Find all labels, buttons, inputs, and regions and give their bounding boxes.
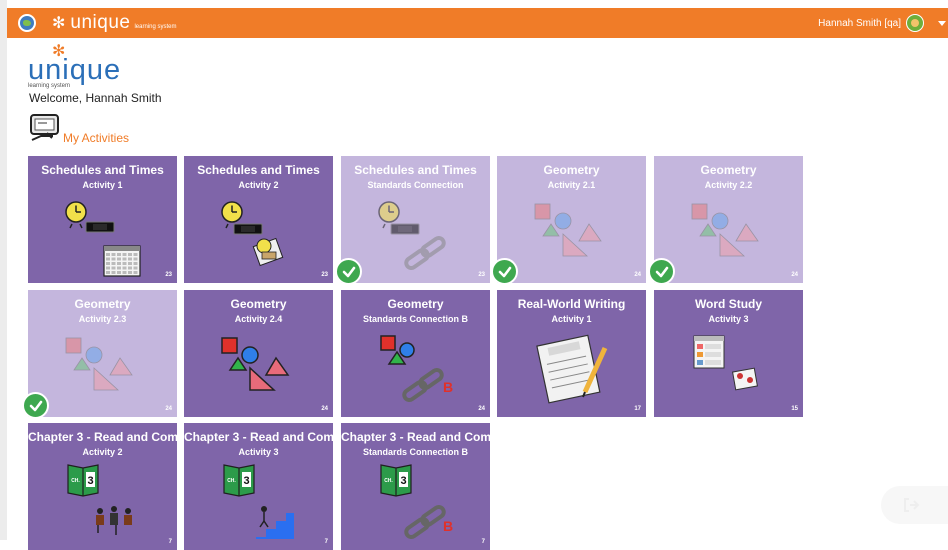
activity-tile[interactable]: Schedules and Times Standards Connection 2… (341, 156, 490, 283)
activity-title: Word Study (694, 297, 763, 311)
exit-icon (904, 498, 920, 512)
logo-subtitle: learning system (28, 83, 71, 89)
activity-subtitle: Activity 1 (82, 180, 123, 190)
snowflake-icon: ✻ (52, 15, 66, 32)
brand-logo[interactable]: ✻ unique learning system (52, 12, 177, 34)
activity-tile[interactable]: Geometry Activity 2.2 24 (654, 156, 803, 283)
activity-subtitle: Standards Connection B (362, 447, 468, 457)
activity-illustration-vocab (693, 335, 758, 391)
activity-illustration-form (536, 334, 608, 404)
activity-tile[interactable]: Word Study Activity 3 15 (654, 290, 803, 417)
activity-subtitle: Activity 2.1 (547, 180, 596, 190)
activity-tile[interactable]: Geometry Standards Connection B B 24 (341, 290, 490, 417)
activity-count: 23 (165, 272, 172, 278)
activity-count: 24 (791, 272, 798, 278)
user-menu[interactable]: Hannah Smith [qa] (818, 8, 924, 38)
app-frame: ✻ unique learning system Hannah Smith [q… (0, 0, 948, 550)
logo-wordmark: unique (28, 54, 122, 86)
activity-title: Schedules and Times (41, 163, 164, 177)
activity-subtitle: Standards Connection (367, 180, 464, 190)
activity-tile[interactable]: Geometry Activity 2.1 24 (497, 156, 646, 283)
checkmark-icon (648, 258, 675, 285)
activity-title: Chapter 3 - Read and Comp (341, 430, 490, 444)
caret-down-icon[interactable] (938, 21, 946, 26)
activity-tile[interactable]: Schedules and Times Activity 1 23 (28, 156, 177, 283)
activity-subtitle: Standards Connection B (362, 314, 468, 324)
activity-title: Geometry (387, 297, 444, 311)
exit-button[interactable] (881, 486, 948, 524)
activity-tile[interactable]: Real-World Writing Activity 1 17 (497, 290, 646, 417)
activities-screen-icon[interactable] (29, 114, 60, 141)
activity-illustration-clock-chain (378, 201, 446, 271)
activity-subtitle: Activity 3 (238, 447, 279, 457)
activity-illustration-shapes (65, 337, 133, 391)
svg-text:3: 3 (400, 475, 406, 487)
activity-tile[interactable]: Chapter 3 - Read and Comp Activity 3 3 CH. 7 (184, 423, 333, 550)
activity-subtitle: Activity 2.3 (78, 314, 127, 324)
svg-text:CH.: CH. (227, 478, 236, 484)
activity-title: Real-World Writing (517, 297, 626, 311)
left-edge (0, 0, 7, 540)
activity-illustration-clock-paper (221, 201, 284, 267)
globe-icon[interactable] (18, 14, 36, 32)
activity-title: Chapter 3 - Read and Comp (184, 430, 333, 444)
activity-illustration-shapes-bold (221, 337, 290, 391)
svg-text:CH.: CH. (384, 478, 393, 484)
activity-subtitle: Activity 2 (82, 447, 123, 457)
activity-subtitle: Activity 2.4 (234, 314, 283, 324)
activity-tile[interactable]: Chapter 3 - Read and Comp Standards Conne… (341, 423, 490, 550)
activity-count: 23 (478, 272, 485, 278)
activity-subtitle: Activity 3 (708, 314, 749, 324)
activity-illustration-shapes-chain: B (380, 335, 453, 403)
activity-subtitle: Activity 2 (238, 180, 279, 190)
activity-count: 24 (165, 406, 172, 412)
activity-illustration-book-people: 3 CH. (67, 464, 132, 535)
activity-title: Chapter 3 - Read and Comp (28, 430, 177, 444)
activity-title: Geometry (700, 163, 757, 177)
activity-title: Geometry (543, 163, 600, 177)
activity-title: Geometry (74, 297, 131, 311)
brand-name: unique (70, 12, 131, 33)
my-activities-label[interactable]: My Activities (63, 131, 129, 145)
activity-illustration-shapes (691, 203, 759, 257)
activity-tile[interactable]: Chapter 3 - Read and Comp Activity 2 3 CH. 7 (28, 423, 177, 550)
activity-illustration-book-chain: 3 CH. B (380, 464, 453, 540)
activity-title: Schedules and Times (197, 163, 320, 177)
activity-count: 24 (478, 406, 485, 412)
activity-count: 24 (634, 272, 641, 278)
activity-subtitle: Activity 1 (551, 314, 592, 324)
activity-illustration-shapes (534, 203, 602, 257)
activity-illustration-book-stairs: 3 CH. (223, 464, 294, 539)
activity-count: 24 (321, 406, 328, 412)
activity-count: 17 (634, 406, 641, 412)
activity-tile[interactable]: Schedules and Times Activity 2 23 (184, 156, 333, 283)
activity-count: 23 (321, 272, 328, 278)
svg-text:3: 3 (87, 475, 93, 487)
activity-subtitle: Activity 2.2 (704, 180, 753, 190)
checkmark-icon (491, 258, 518, 285)
checkmark-icon (335, 258, 362, 285)
activity-title: Schedules and Times (354, 163, 477, 177)
user-name: Hannah Smith [qa] (818, 17, 901, 29)
svg-text:CH.: CH. (71, 478, 80, 484)
top-navbar: ✻ unique learning system Hannah Smith [q… (7, 8, 948, 38)
svg-text:3: 3 (243, 475, 249, 487)
activity-count: 15 (791, 406, 798, 412)
brand-subtitle: learning system (134, 24, 177, 30)
activity-tile[interactable]: Geometry Activity 2.3 24 (28, 290, 177, 417)
checkmark-icon (22, 392, 49, 419)
activity-tile[interactable]: Geometry Activity 2.4 24 (184, 290, 333, 417)
welcome-message: Welcome, Hannah Smith (29, 91, 162, 105)
user-avatar-icon (906, 14, 924, 32)
svg-text:B: B (443, 518, 453, 534)
svg-text:B: B (443, 379, 453, 395)
activity-illustration-clock-calendar (65, 201, 141, 277)
activity-title: Geometry (230, 297, 287, 311)
